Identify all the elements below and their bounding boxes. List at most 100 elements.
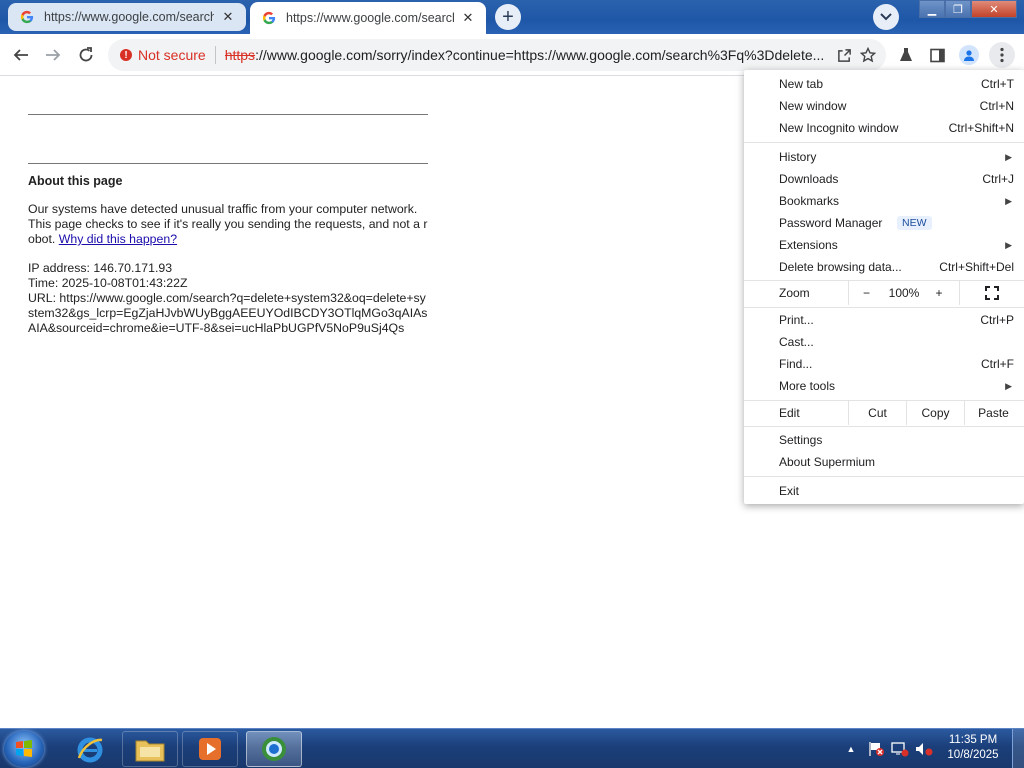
menu-button[interactable]	[989, 42, 1015, 68]
menu-item-delete-browsing-data[interactable]: Delete browsing data... Ctrl+Shift+Del	[744, 256, 1024, 278]
taskbar-media-player[interactable]	[182, 731, 238, 767]
maximize-button[interactable]: ❐	[945, 0, 971, 18]
reload-button[interactable]	[73, 42, 99, 68]
zoom-out-button[interactable]: −	[848, 281, 884, 305]
paste-button[interactable]: Paste	[964, 401, 1022, 425]
system-tray: ▲	[842, 729, 934, 768]
tab-search-button[interactable]	[873, 4, 899, 30]
side-panel-button[interactable]	[924, 42, 950, 68]
flask-icon	[900, 48, 912, 61]
back-button[interactable]	[8, 42, 34, 68]
volume-muted-icon[interactable]	[914, 740, 934, 758]
menu-item-more-tools[interactable]: More tools ▶	[744, 375, 1024, 397]
shortcut: Ctrl+J	[982, 172, 1014, 186]
side-panel-icon	[929, 48, 945, 62]
zoom-level: 100%	[884, 281, 924, 305]
tab-1[interactable]: https://www.google.com/search? ✕	[8, 3, 246, 31]
paste-label: Paste	[978, 406, 1009, 420]
taskbar-file-explorer[interactable]	[122, 731, 178, 767]
menu-item-new-incognito[interactable]: New Incognito window Ctrl+Shift+N	[744, 117, 1024, 139]
menu-separator	[744, 142, 1024, 143]
new-tab-button[interactable]: +	[495, 4, 521, 30]
new-badge: NEW	[897, 216, 932, 230]
three-dots-vertical-icon	[1000, 47, 1004, 63]
fullscreen-icon	[985, 286, 999, 300]
copy-button[interactable]: Copy	[906, 401, 964, 425]
cut-label: Cut	[868, 406, 887, 420]
internet-explorer-icon	[77, 737, 103, 763]
menu-item-about[interactable]: About Supermium	[744, 451, 1024, 473]
taskbar-browser[interactable]	[246, 731, 302, 767]
person-icon	[964, 50, 974, 61]
close-window-button[interactable]: ✕	[971, 0, 1017, 18]
tab-2[interactable]: https://www.google.com/search? ✕	[250, 2, 486, 34]
menu-item-label: About Supermium	[779, 455, 876, 469]
menu-item-new-tab[interactable]: New tab Ctrl+T	[744, 73, 1024, 95]
tab-close-icon[interactable]: ✕	[220, 9, 236, 25]
zoom-in-button[interactable]: +	[924, 281, 954, 305]
screen: https://www.google.com/search? ✕ https:/…	[0, 0, 1024, 768]
menu-item-find[interactable]: Find... Ctrl+F	[744, 353, 1024, 375]
avatar	[959, 45, 979, 65]
clock-time: 11:35 PM	[948, 734, 998, 746]
show-hidden-icons-icon[interactable]: ▲	[842, 744, 860, 754]
menu-item-settings[interactable]: Settings	[744, 429, 1024, 451]
plus-icon: +	[935, 286, 943, 300]
timestamp: Time: 2025-10-08T01:43:22Z	[28, 276, 188, 290]
request-url: URL: https://www.google.com/search?q=del…	[28, 291, 428, 335]
cut-button[interactable]: Cut	[848, 401, 906, 425]
submenu-arrow-icon: ▶	[1005, 380, 1012, 391]
menu-item-print[interactable]: Print... Ctrl+P	[744, 309, 1024, 331]
bookmark-star-icon[interactable]	[856, 43, 880, 67]
menu-item-cast[interactable]: Cast...	[744, 331, 1024, 353]
menu-item-bookmarks[interactable]: Bookmarks ▶	[744, 190, 1024, 212]
why-link[interactable]: Why did this happen?	[59, 232, 177, 246]
taskbar-internet-explorer[interactable]	[62, 731, 118, 767]
clock-date: 10/8/2025	[947, 749, 999, 761]
back-arrow-icon	[13, 49, 28, 61]
media-player-icon	[199, 738, 221, 760]
page-title: About this page	[28, 174, 123, 188]
menu-item-downloads[interactable]: Downloads Ctrl+J	[744, 168, 1024, 190]
url-text[interactable]: https://www.google.com/sorry/index?conti…	[225, 47, 832, 63]
forward-button[interactable]	[40, 42, 66, 68]
fullscreen-button[interactable]	[959, 281, 1024, 305]
not-secure-icon: !	[120, 49, 132, 61]
menu-item-new-window[interactable]: New window Ctrl+N	[744, 95, 1024, 117]
menu-item-label: New tab	[779, 77, 824, 91]
google-favicon-icon	[20, 10, 34, 24]
minimize-button[interactable]: ▁	[919, 0, 945, 18]
menu-item-extensions[interactable]: Extensions ▶	[744, 234, 1024, 256]
action-center-flag-icon[interactable]	[866, 740, 886, 758]
menu-item-label: New Incognito window	[779, 121, 899, 135]
menu-item-exit[interactable]: Exit	[744, 480, 1024, 502]
start-button[interactable]	[4, 731, 44, 767]
divider	[28, 163, 428, 164]
menu-separator	[744, 426, 1024, 427]
address-bar[interactable]: ! Not secure https://www.google.com/sorr…	[108, 39, 886, 71]
copy-label: Copy	[921, 406, 950, 420]
minus-icon: −	[862, 286, 870, 300]
menu-item-label: Cast...	[779, 335, 814, 349]
clock[interactable]: 11:35 PM 10/8/2025	[938, 733, 1008, 763]
show-desktop-button[interactable]	[1012, 729, 1024, 768]
reload-icon	[79, 47, 93, 62]
plus-icon: +	[502, 6, 514, 28]
menu-item-history[interactable]: History ▶	[744, 146, 1024, 168]
extension-button[interactable]	[893, 42, 919, 68]
shortcut: Ctrl+T	[981, 77, 1014, 91]
submenu-arrow-icon: ▶	[1005, 151, 1012, 162]
url-scheme: https	[224, 47, 256, 63]
share-icon[interactable]	[832, 43, 856, 67]
security-label[interactable]: Not secure	[138, 47, 206, 63]
supermium-browser-icon	[262, 737, 286, 761]
menu-item-label: Exit	[779, 484, 800, 498]
google-favicon-icon	[262, 11, 276, 25]
shortcut: Ctrl+Shift+N	[948, 121, 1014, 135]
edit-row: Edit Cut Copy Paste	[744, 401, 1024, 425]
network-icon[interactable]	[890, 740, 910, 758]
profile-button[interactable]	[956, 42, 982, 68]
menu-item-label: Password Manager	[779, 216, 883, 230]
tab-close-icon[interactable]: ✕	[460, 10, 476, 26]
menu-item-password-manager[interactable]: Password Manager NEW	[744, 212, 1024, 234]
